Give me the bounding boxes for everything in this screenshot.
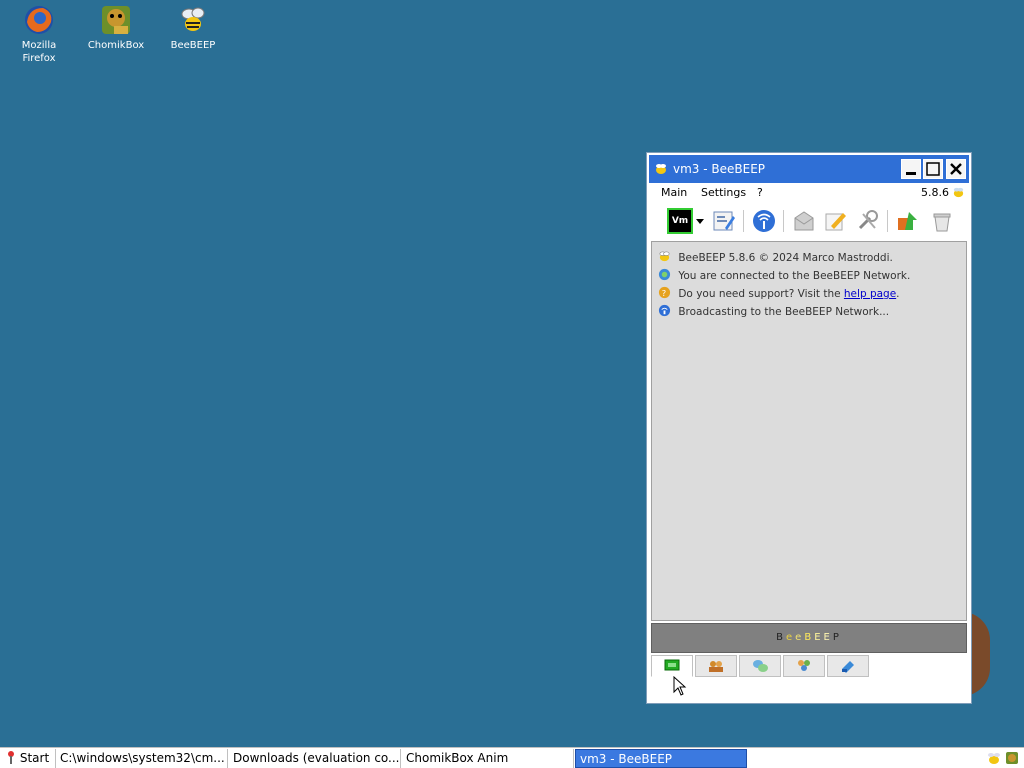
taskbar-item-cmd[interactable]: C:\windows\system32\cm...	[56, 749, 228, 768]
user-badge-text: Vm	[671, 216, 689, 226]
message-text: Broadcasting to the BeeBEEP Network...	[678, 306, 890, 318]
users-icon	[709, 661, 723, 672]
user-status-button[interactable]: Vm	[667, 208, 693, 234]
chat-icon	[664, 659, 680, 671]
taskbar-item-downloads[interactable]: Downloads (evaluation co...	[229, 749, 401, 768]
message-row: You are connected to the BeeBEEP Network…	[658, 268, 910, 284]
tab-chat[interactable]	[651, 655, 693, 677]
write-icon[interactable]	[823, 208, 849, 234]
broadcast-icon	[658, 304, 671, 317]
message-text: You are connected to the BeeBEEP Network…	[678, 270, 911, 282]
toolbar: Vm	[649, 204, 969, 238]
beebeep-window: vm3 - BeeBEEP Main Settings ? 5.8.6 Vm B…	[646, 152, 972, 704]
chat-area[interactable]: BeeBEEP 5.8.6 © 2024 Marco Mastroddi. Yo…	[651, 241, 967, 621]
tray-app-icon[interactable]	[1004, 750, 1020, 766]
window-title: vm3 - BeeBEEP	[673, 162, 766, 176]
bee-icon	[659, 251, 670, 262]
window-titlebar[interactable]: vm3 - BeeBEEP	[649, 155, 969, 183]
view-tabs	[651, 655, 967, 679]
desktop-icon-beebeep[interactable]: BeeBEEP	[158, 4, 228, 52]
minimize-button[interactable]	[901, 159, 921, 179]
toolbar-separator	[743, 210, 744, 232]
firefox-icon	[25, 6, 53, 34]
tab-chats[interactable]	[739, 655, 781, 677]
menu-help[interactable]: ?	[757, 183, 763, 203]
help-page-link[interactable]: help page	[844, 288, 896, 300]
beebeep-icon	[181, 7, 205, 31]
chats-icon	[753, 660, 768, 672]
connected-icon	[658, 268, 671, 281]
message-icon[interactable]	[791, 208, 817, 234]
start-button[interactable]: Start	[0, 749, 56, 768]
bee-status-icon	[953, 187, 964, 198]
maximize-icon	[926, 162, 940, 176]
mouse-cursor-icon	[673, 676, 687, 696]
desktop-icon-chomikbox[interactable]: ChomikBox	[81, 4, 151, 52]
edit-profile-icon[interactable]	[711, 208, 737, 234]
tab-groups[interactable]	[783, 655, 825, 677]
desktop-icon-label: Mozilla Firefox	[21, 40, 57, 64]
toolbar-separator	[887, 210, 888, 232]
tab-users[interactable]	[695, 655, 737, 677]
beebeep-logo-bar: BeeBEEP	[651, 623, 967, 653]
start-label: Start	[19, 751, 50, 765]
close-button[interactable]	[946, 159, 966, 179]
version-label: 5.8.6	[921, 186, 949, 199]
message-row: ? Do you need support? Visit the help pa…	[658, 286, 900, 302]
support-icon: ?	[658, 286, 671, 298]
desktop-icon-label: ChomikBox	[87, 40, 145, 51]
taskbar: Start C:\windows\system32\cm... Download…	[0, 747, 1024, 768]
chomikbox-icon	[102, 6, 130, 34]
tray-beebeep-icon[interactable]	[986, 750, 1002, 766]
toolbar-separator	[783, 210, 784, 232]
trash-icon[interactable]	[929, 208, 955, 234]
tab-shares[interactable]	[827, 655, 869, 677]
start-icon	[8, 751, 14, 764]
message-row: Broadcasting to the BeeBEEP Network...	[658, 304, 889, 320]
message-text: Do you need support? Visit the	[678, 288, 844, 300]
menu-settings[interactable]: Settings	[701, 183, 746, 203]
update-icon[interactable]	[895, 208, 921, 234]
taskbar-item-beebeep[interactable]: vm3 - BeeBEEP	[575, 749, 747, 768]
close-icon	[950, 163, 962, 175]
logo-text: BeeBEEP	[776, 632, 842, 643]
shares-icon	[842, 661, 854, 673]
maximize-button[interactable]	[923, 159, 943, 179]
chevron-down-icon[interactable]	[695, 216, 705, 226]
network-icon[interactable]	[751, 208, 777, 234]
tools-icon[interactable]	[855, 208, 881, 234]
menu-main[interactable]: Main	[661, 183, 687, 203]
svg-text:?: ?	[662, 288, 666, 298]
desktop-icon-label: BeeBEEP	[170, 40, 216, 51]
groups-icon	[798, 660, 810, 671]
message-row: BeeBEEP 5.8.6 © 2024 Marco Mastroddi.	[658, 250, 893, 266]
beebeep-title-icon	[656, 164, 666, 174]
minimize-icon	[906, 172, 916, 175]
desktop-icon-firefox[interactable]: Mozilla Firefox	[4, 4, 74, 65]
message-text: BeeBEEP 5.8.6 © 2024 Marco Mastroddi.	[678, 252, 893, 264]
taskbar-item-chomikbox[interactable]: ChomikBox Anim	[402, 749, 574, 768]
message-text: .	[896, 288, 900, 300]
menu-bar: Main Settings ? 5.8.6	[649, 183, 969, 203]
